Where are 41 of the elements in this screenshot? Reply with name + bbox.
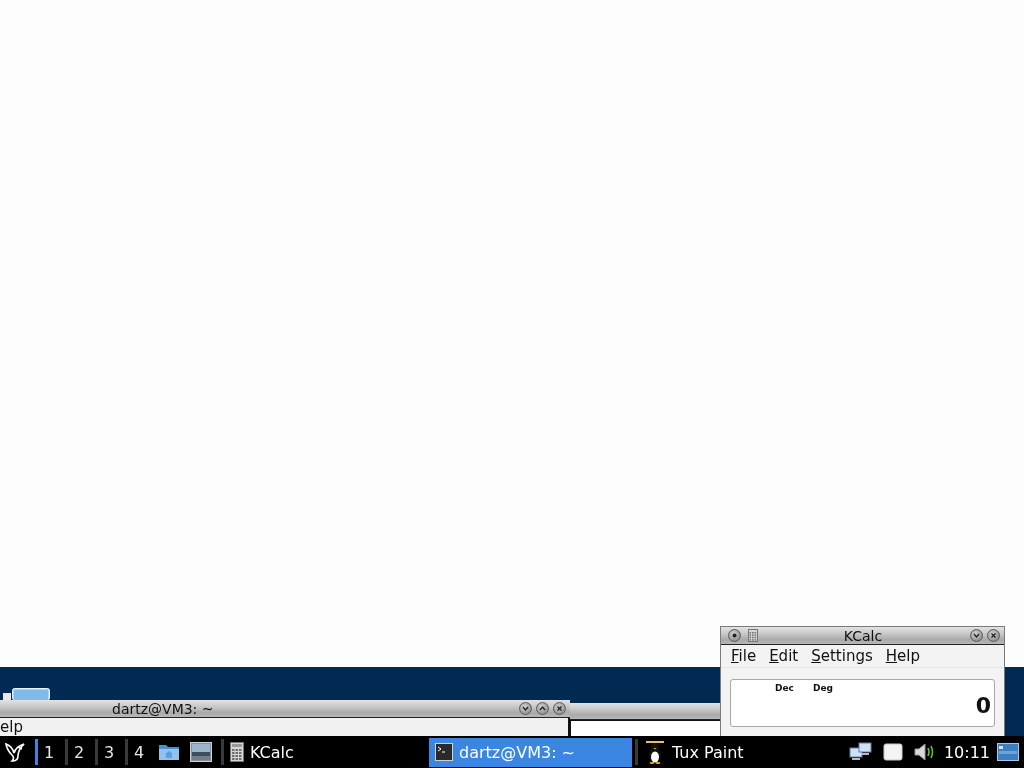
workspace-button[interactable]: 3 (95, 739, 125, 765)
network-icon[interactable] (848, 742, 873, 762)
screen-icon[interactable] (997, 743, 1019, 761)
workspace-button[interactable]: 4 (125, 739, 155, 765)
minimize-button[interactable] (519, 702, 532, 715)
window-menu-button[interactable] (728, 629, 741, 642)
menu-item[interactable]: Edit (769, 647, 799, 665)
chevron-up-icon (539, 705, 546, 712)
close-button[interactable] (553, 702, 566, 715)
mode-indicator: Dec (775, 683, 794, 694)
menu-item[interactable]: Settings (811, 647, 873, 665)
maximize-button[interactable] (536, 702, 549, 715)
chevron-down-icon (973, 632, 980, 639)
calculator-icon (230, 742, 244, 762)
folder-icon[interactable] (158, 743, 180, 761)
clock: 10:11 (943, 742, 990, 762)
display-value: 0 (975, 694, 992, 718)
chevron-down-icon (522, 705, 529, 712)
task-button[interactable]: dartz@VM3: ~ (429, 737, 632, 767)
calculator-icon (748, 629, 758, 642)
blank-tile-icon[interactable] (882, 743, 903, 761)
penguin-icon (644, 740, 666, 764)
picture-icon[interactable] (190, 742, 212, 762)
menu-item[interactable]: Help (885, 647, 920, 665)
close-icon (990, 632, 997, 639)
monitor-icon (2, 688, 50, 700)
window-title: dartz@VM3: ~ (112, 700, 214, 717)
menu-item[interactable]: File (731, 647, 757, 665)
window-title: KCalc (842, 627, 884, 644)
close-button[interactable] (987, 629, 1000, 642)
minimize-button[interactable] (970, 629, 983, 642)
workspace-button[interactable]: 1 (35, 739, 65, 765)
task-button[interactable]: KCalc (224, 737, 427, 767)
close-icon (556, 705, 563, 712)
terminal-icon (435, 743, 453, 761)
bird-icon (3, 740, 27, 764)
mode-indicator: Deg (812, 683, 833, 694)
dot-icon (731, 632, 738, 639)
workspace-button[interactable]: 2 (65, 739, 95, 765)
menu-item[interactable]: elp (0, 718, 23, 736)
task-button[interactable]: Tux Paint (638, 737, 838, 767)
